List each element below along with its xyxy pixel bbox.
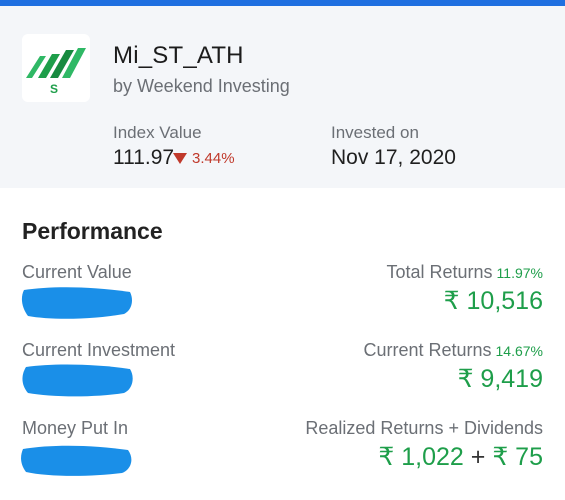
total-returns-label: Total Returns 11.97% <box>386 262 543 283</box>
current-returns-value: ₹ 9,419 <box>457 365 543 393</box>
redacted-current-value <box>21 287 133 319</box>
index-value: 111.97 <box>113 146 175 169</box>
current-returns-text: Current Returns <box>363 340 492 360</box>
triangle-down-icon <box>173 153 187 164</box>
index-change: 3.44% <box>192 150 235 167</box>
redacted-current-investment <box>22 364 133 397</box>
current-value-label: Current Value <box>22 262 132 282</box>
smallcase-header: S Mi_ST_ATH by Weekend Investing Index V… <box>0 6 565 188</box>
dividends-value: ₹ 75 <box>492 443 543 471</box>
performance-title: Performance <box>22 218 163 244</box>
realized-returns-amount: ₹ 1,022 + ₹ 75 <box>378 442 543 472</box>
smallcase-title: Mi_ST_ATH <box>113 42 244 69</box>
invested-date: Nov 17, 2020 <box>331 146 456 169</box>
current-returns-amount: ₹ 9,419 <box>458 364 543 394</box>
redacted-money-put-in <box>21 445 132 476</box>
total-returns-value: ₹ 10,516 <box>443 287 543 315</box>
current-returns-pct: 14.67% <box>495 343 543 359</box>
plus-sign: + <box>470 443 486 471</box>
current-returns-label: Current Returns 14.67% <box>363 340 543 361</box>
current-investment-label: Current Investment <box>22 340 176 360</box>
total-returns-pct: 11.97% <box>496 265 543 281</box>
smallcase-manager[interactable]: by Weekend Investing <box>113 76 290 97</box>
money-put-in-label: Money Put In <box>22 418 129 438</box>
total-returns-text: Total Returns <box>386 262 493 282</box>
total-returns-amount: ₹ 10,516 <box>444 286 543 316</box>
index-value-label: Index Value <box>113 123 202 142</box>
realized-returns-text: Realized Returns + Dividends <box>305 418 543 438</box>
realized-returns-label: Realized Returns + Dividends <box>305 418 543 439</box>
realized-returns-value: ₹ 1,022 <box>378 443 464 471</box>
smallcase-logo-icon: S <box>22 34 90 102</box>
logo-letter: S <box>50 82 59 96</box>
invested-on-label: Invested on <box>331 123 419 142</box>
